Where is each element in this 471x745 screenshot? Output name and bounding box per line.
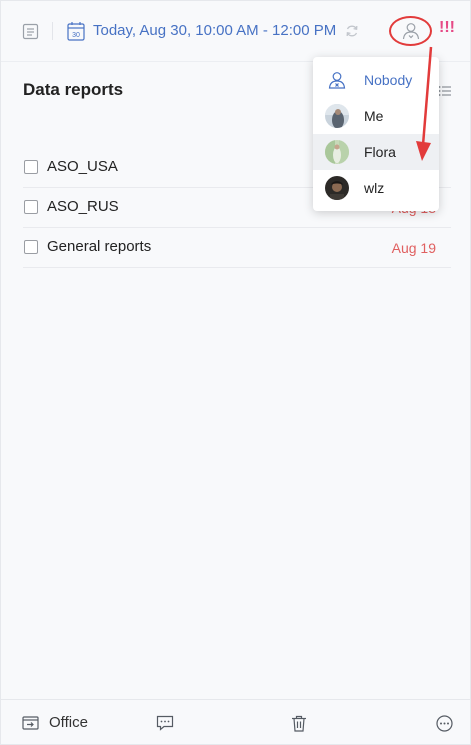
header-divider: [52, 22, 53, 40]
repeat-icon[interactable]: [344, 22, 360, 40]
assignee-name: wlz: [364, 180, 385, 196]
task-checkbox[interactable]: [24, 240, 38, 254]
unassigned-user-icon: [325, 68, 349, 92]
task-label[interactable]: ASO_RUS: [47, 198, 119, 215]
task-footer: Office: [1, 699, 470, 745]
avatar: [325, 140, 349, 164]
list-title: Data reports: [23, 80, 124, 99]
calendar-icon[interactable]: 30: [67, 21, 85, 41]
comment-icon[interactable]: [156, 715, 174, 731]
assignee-option-nobody[interactable]: Nobody: [313, 62, 439, 98]
assignee-name: Nobody: [364, 72, 413, 88]
task-list-icon[interactable]: [20, 21, 40, 41]
assignee-dropdown: Nobody Me Flora wlz: [313, 57, 439, 211]
task-label[interactable]: ASO_USA: [47, 158, 118, 175]
task-header: 30 Today, Aug 30, 10:00 AM - 12:00 PM !!…: [1, 1, 470, 62]
task-row[interactable]: General reports Aug 19: [23, 227, 451, 268]
sort-icon[interactable]: [438, 84, 452, 96]
task-due-date: Aug 19: [391, 240, 436, 256]
calendar-day: 30: [72, 32, 80, 39]
task-label[interactable]: General reports: [47, 238, 151, 255]
assignee-name: Flora: [364, 144, 396, 160]
due-date-text[interactable]: Today, Aug 30, 10:00 AM - 12:00 PM: [93, 22, 336, 39]
trash-icon[interactable]: [291, 715, 307, 732]
avatar: [325, 104, 349, 128]
list-selector[interactable]: Office: [22, 714, 88, 731]
assignee-option-me[interactable]: Me: [313, 98, 439, 134]
task-detail-panel: 30 Today, Aug 30, 10:00 AM - 12:00 PM !!…: [0, 0, 471, 745]
more-icon[interactable]: [436, 715, 453, 732]
assignee-option-flora[interactable]: Flora: [313, 134, 439, 170]
list-name: Office: [49, 714, 88, 731]
assignee-name: Me: [364, 108, 384, 124]
task-checkbox[interactable]: [24, 160, 38, 174]
avatar: [325, 176, 349, 200]
annotation-circle: [389, 16, 432, 46]
assignee-option-wlz[interactable]: wlz: [313, 170, 439, 206]
task-checkbox[interactable]: [24, 200, 38, 214]
priority-flag[interactable]: !!!: [439, 19, 455, 37]
move-to-list-icon: [22, 716, 39, 730]
